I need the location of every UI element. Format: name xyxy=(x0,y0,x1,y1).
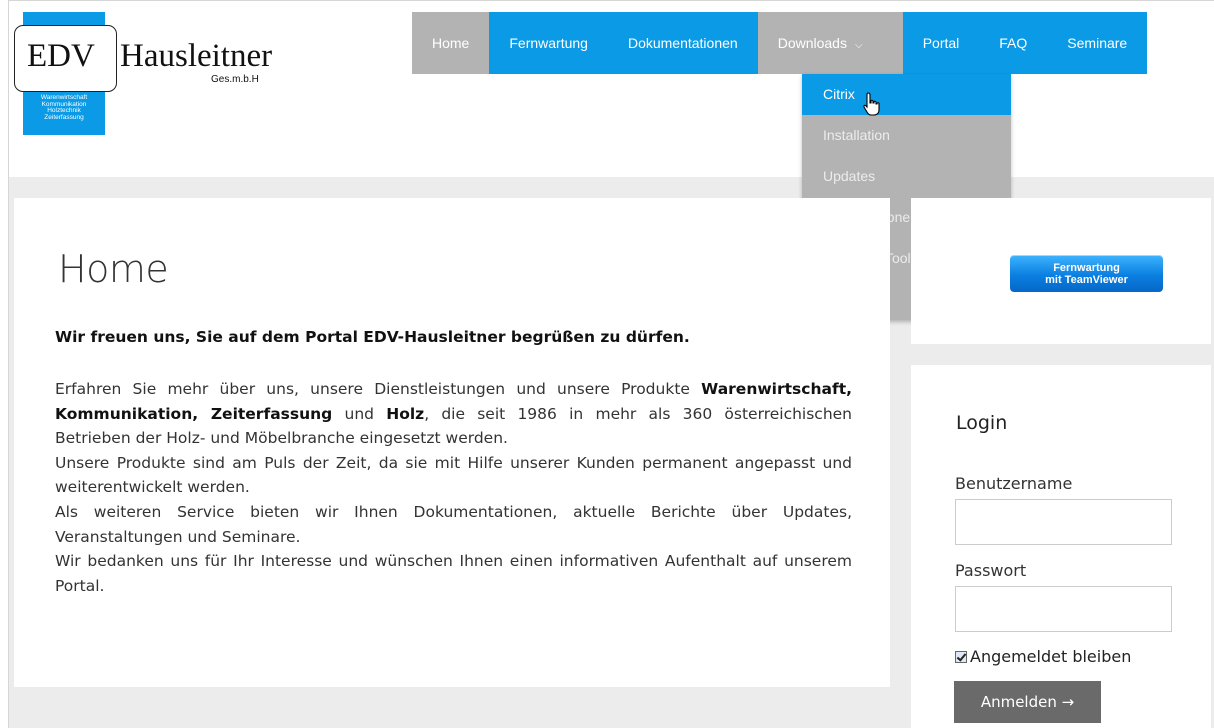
menu-item-citrix[interactable]: Citrix xyxy=(802,74,1011,115)
page-title: Home xyxy=(58,247,169,291)
nav-dokumentationen[interactable]: Dokumentationen xyxy=(607,12,758,74)
login-button[interactable]: Anmelden → xyxy=(954,681,1101,723)
login-title: Login xyxy=(956,412,1008,434)
bold-text: Holz xyxy=(386,404,425,423)
logo-suffix-text: Ges.m.b.H xyxy=(211,74,259,85)
nav-portal[interactable]: Portal xyxy=(902,12,980,74)
body-text: Erfahren Sie mehr über uns, unsere Diens… xyxy=(55,377,852,598)
paragraph: Als weiteren Service bieten wir Ihnen Do… xyxy=(55,502,852,546)
logo-tag: Zeiterfassung xyxy=(44,113,84,121)
password-input[interactable] xyxy=(955,586,1172,632)
nav-downloads[interactable]: Downloads ⌵ xyxy=(757,12,903,74)
text-span: Erfahren Sie mehr über uns, unsere Diens… xyxy=(55,380,702,398)
logo-edv-text: EDV xyxy=(27,38,95,74)
remember-checkbox[interactable] xyxy=(955,650,967,663)
username-input[interactable] xyxy=(955,499,1172,545)
nav-faq[interactable]: FAQ xyxy=(979,12,1048,74)
nav-downloads-label: Downloads xyxy=(777,35,847,51)
menu-item-updates[interactable]: Updates xyxy=(802,156,1011,197)
teamviewer-line2: mit TeamViewer xyxy=(1045,274,1128,286)
nav-fernwartung[interactable]: Fernwartung xyxy=(489,12,608,74)
hand-pointer-icon xyxy=(863,92,880,116)
teamviewer-line1: Fernwartung xyxy=(1053,262,1120,274)
username-label: Benutzername xyxy=(955,474,1073,493)
paragraph: Unsere Produkte sind am Puls der Zeit, d… xyxy=(55,453,852,497)
text-span: und xyxy=(332,404,387,423)
menu-item-installation[interactable]: Installation xyxy=(802,115,1011,156)
chevron-down-icon: ⌵ xyxy=(854,40,863,51)
password-label: Passwort xyxy=(955,561,1027,580)
main-nav: Home Fernwartung Dokumentationen Downloa… xyxy=(412,12,1148,74)
nav-home[interactable]: Home xyxy=(412,12,490,74)
remember-row: Angemeldet bleiben xyxy=(955,647,1131,666)
intro-text: Wir freuen uns, Sie auf dem Portal EDV-H… xyxy=(55,328,690,346)
nav-seminare[interactable]: Seminare xyxy=(1047,12,1148,74)
teamviewer-button[interactable]: Fernwartung mit TeamViewer xyxy=(1010,255,1163,292)
paragraph: Erfahren Sie mehr über uns, unsere Diens… xyxy=(55,377,852,451)
logo-name-text: Hausleitner xyxy=(120,38,273,74)
remember-label: Angemeldet bleiben xyxy=(970,647,1132,666)
paragraph: Wir bedanken uns für Ihr Interesse und w… xyxy=(55,552,852,595)
logo-tags: Warenwirtschaft Kommunikation Holztechni… xyxy=(23,94,105,121)
